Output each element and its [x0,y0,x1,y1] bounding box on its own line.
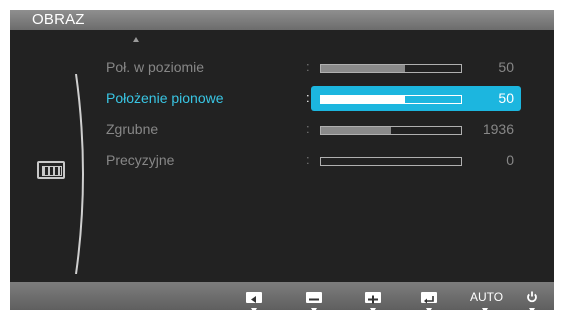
down-indicator-icon [370,308,376,310]
scroll-up-icon[interactable] [133,37,139,42]
menu-item-fine[interactable]: Precyzyjne [106,152,174,168]
separator: : [306,59,310,74]
coarse-slider[interactable] [320,126,462,135]
menu-title: OBRAZ [32,11,85,28]
plus-icon [365,292,381,304]
horizontal-position-value: 50 [498,59,514,75]
slider-fill [321,96,405,103]
picture-icon [37,161,65,179]
separator: : [306,121,310,136]
button-bar: AUTO [10,282,554,310]
slider-fill [321,127,391,134]
menu-item-vertical-position[interactable]: Położenie pionowe [106,90,224,106]
down-indicator-icon [426,308,432,310]
coarse-value: 1936 [482,121,514,137]
fine-value: 0 [506,152,514,168]
down-indicator-icon [529,308,535,310]
enter-icon [421,292,437,304]
down-indicator-icon [482,308,488,310]
slider-fill [321,65,405,72]
arc-decoration [75,74,84,274]
horizontal-position-slider[interactable] [320,64,462,73]
down-indicator-icon [251,308,257,310]
down-indicator-icon [311,308,317,310]
menu-item-horizontal-position[interactable]: Poł. w poziomie [106,59,204,75]
vertical-position-value: 50 [498,90,514,106]
title-bar: OBRAZ [10,10,554,30]
power-icon [527,291,537,303]
vertical-position-slider[interactable] [320,95,462,104]
osd-menu: OBRAZ Poł. w poziomie : 50 Położenie pio… [10,10,554,310]
auto-label: AUTO [470,290,504,304]
menu-item-coarse[interactable]: Zgrubne [106,121,158,137]
minus-icon [306,292,322,303]
left-arrow-icon [246,292,262,303]
fine-slider[interactable] [320,157,462,166]
separator: : [306,90,310,105]
separator: : [306,152,310,167]
